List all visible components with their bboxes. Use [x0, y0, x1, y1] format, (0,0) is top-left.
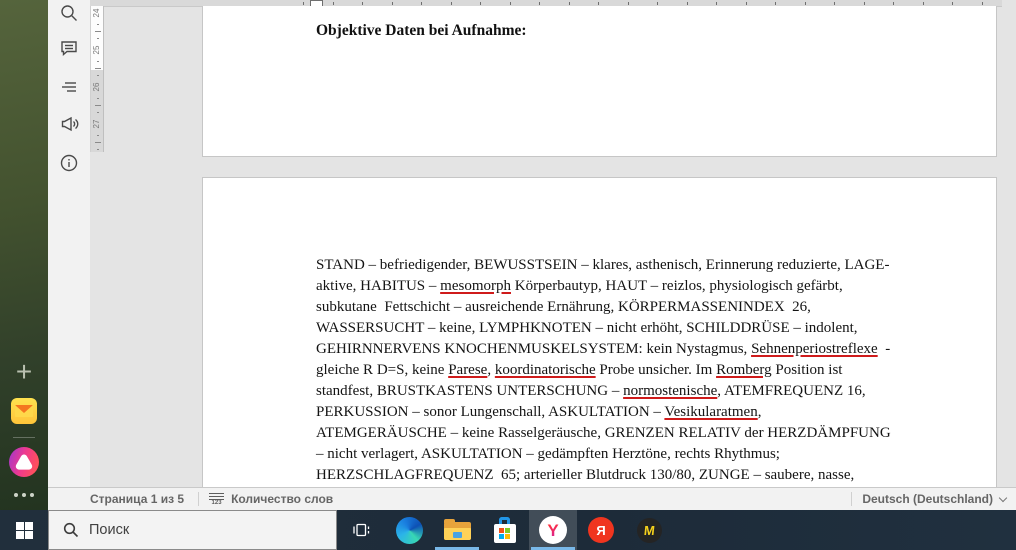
navigation-icon	[62, 82, 76, 92]
start-button[interactable]	[0, 510, 48, 550]
text-line: – nicht verlagert, ASKULTATION – gedämpf…	[316, 446, 780, 462]
file-explorer-button[interactable]	[433, 510, 481, 550]
yandex-mail-icon[interactable]	[11, 398, 37, 424]
ruler-number: 26	[92, 82, 101, 92]
m-app-button[interactable]: M	[625, 510, 673, 550]
language-selector[interactable]: Deutsch (Deutschland)	[862, 492, 1016, 506]
navigation-button[interactable]	[48, 70, 90, 104]
statusbar-divider	[851, 492, 853, 506]
folder-icon	[443, 519, 471, 540]
about-icon	[60, 154, 78, 172]
text-line: gleiche R D=S, keine Parese, koordinator…	[316, 362, 843, 378]
document-page-1[interactable]: Objektive Daten bei Aufnahme:	[202, 6, 997, 157]
more-icon[interactable]	[0, 486, 48, 497]
vertical-ruler: 24 25 26 27	[90, 6, 104, 152]
feedback-icon	[61, 116, 79, 132]
text-line: ATEMGERÄUSCHE – keine Rasselgeräusche, G…	[316, 425, 891, 441]
document-heading: Objektive Daten bei Aufnahme:	[316, 22, 527, 39]
statusbar-divider	[198, 492, 200, 506]
screen: + 24 25 26 27 Objektive Daten bei Aufnah…	[0, 0, 1016, 550]
status-bar: Страница 1 из 5 123 Количество слов Deut…	[48, 487, 1016, 510]
task-view-icon	[353, 523, 370, 537]
word-count-icon: 123	[209, 492, 225, 506]
text-line: HERZSCHLAGFREQUENZ 65; arterieller Blutd…	[316, 467, 855, 483]
alice-assistant-icon[interactable]	[9, 447, 39, 477]
task-view-button[interactable]	[337, 510, 385, 550]
search-button[interactable]	[48, 0, 90, 30]
ruler-number: 27	[92, 119, 101, 129]
yandex-app-button[interactable]: Я	[577, 510, 625, 550]
page-indicator[interactable]: Страница 1 из 5	[90, 492, 184, 506]
search-placeholder: Поиск	[89, 522, 130, 538]
ruler-number: 24	[92, 8, 101, 18]
edge-button[interactable]	[385, 510, 433, 550]
taskbar-search-input[interactable]: Поиск	[48, 510, 337, 550]
about-button[interactable]	[48, 146, 90, 180]
edge-icon	[395, 516, 423, 544]
comments-icon	[61, 41, 77, 57]
add-tab-icon[interactable]: +	[0, 358, 48, 388]
comments-button[interactable]	[48, 31, 90, 65]
m-app-icon: M	[636, 517, 662, 543]
microsoft-store-button[interactable]	[481, 510, 529, 550]
text-line: WASSERSUCHT – keine, LYMPHKNOTEN – nicht…	[316, 320, 858, 336]
word-count-button[interactable]: Количество слов	[231, 492, 333, 506]
text-line: GEHIRNNERVENS KNOCHENMUSKELSYSTEM: kein …	[316, 341, 891, 357]
envelope-icon	[15, 405, 33, 417]
text-line: STAND – befriedigender, BEWUSSTSEIN – kl…	[316, 257, 890, 273]
windows-logo-icon	[15, 521, 33, 539]
ruler-number: 25	[92, 45, 101, 55]
text-line: PERKUSSION – sonor Lungenschall, ASKULTA…	[316, 404, 762, 420]
chevron-down-icon	[998, 493, 1008, 502]
store-icon	[493, 516, 517, 544]
sidebar-divider	[13, 437, 35, 438]
taskbar: Поиск Y Я M	[0, 510, 1016, 550]
yandex-icon: Я	[588, 517, 614, 543]
yandex-browser-icon: Y	[539, 516, 567, 544]
page2-text: STAND – befriedigender, BEWUSSTSEIN – kl…	[316, 255, 956, 486]
search-icon	[61, 5, 77, 21]
document-page-2[interactable]: STAND – befriedigender, BEWUSSTSEIN – kl…	[202, 177, 997, 487]
yandex-browser-button[interactable]: Y	[529, 510, 577, 550]
text-line: standfest, BRUSTKASTENS UNTERSCHUNG – no…	[316, 383, 866, 399]
feedback-button[interactable]	[48, 107, 90, 141]
language-label: Deutsch (Deutschland)	[862, 492, 993, 506]
text-line: aktive, HABITUS – mesomorph Körperbautyp…	[316, 278, 843, 294]
editor-left-toolbar	[48, 0, 90, 487]
text-line: subkutane Fettschicht – ausreichende Ern…	[316, 299, 811, 315]
search-icon	[63, 522, 79, 538]
browser-sidebar: +	[0, 0, 48, 510]
